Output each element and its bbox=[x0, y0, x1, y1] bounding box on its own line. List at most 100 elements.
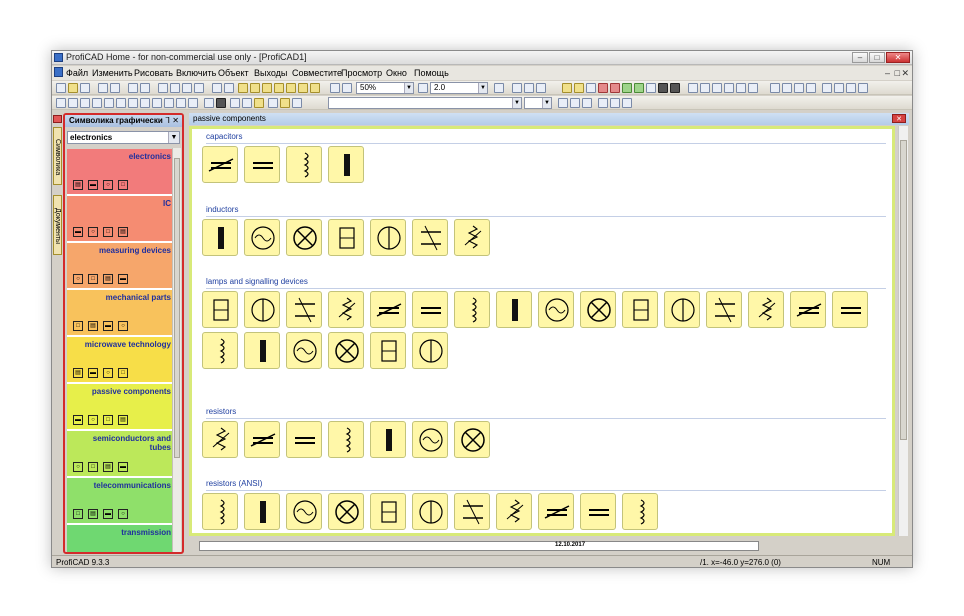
font-select[interactable]: ▼ bbox=[328, 97, 522, 109]
tab-documents[interactable]: Документы bbox=[53, 195, 62, 255]
symbol-tile[interactable] bbox=[286, 493, 322, 530]
symbol-tile[interactable] bbox=[622, 493, 658, 530]
text-icon[interactable] bbox=[204, 98, 214, 108]
symbol-tile[interactable] bbox=[202, 146, 238, 183]
symbol-tile[interactable] bbox=[748, 291, 784, 328]
zoom-select[interactable]: 50% ▼ bbox=[356, 82, 414, 94]
category-mechanical-parts[interactable]: mechanical parts □ ▤ ▬ ○ bbox=[67, 290, 174, 337]
category-electronics[interactable]: electronics ▤ ▬ ○ □ bbox=[67, 149, 174, 196]
symbol-preview-icon[interactable]: □ bbox=[73, 509, 83, 519]
symbol-preview-icon[interactable]: ▬ bbox=[73, 227, 83, 237]
symbol-tile[interactable] bbox=[538, 493, 574, 530]
align-left-icon[interactable] bbox=[238, 83, 248, 93]
symbol-tile[interactable] bbox=[706, 291, 742, 328]
align-bottom-icon[interactable] bbox=[274, 83, 284, 93]
category-telecommunications[interactable]: telecommunications □ ▤ ▬ ○ bbox=[67, 478, 174, 525]
symbol-tile[interactable] bbox=[580, 291, 616, 328]
symbol-preview-icon[interactable]: ▤ bbox=[118, 227, 128, 237]
align-center-icon[interactable] bbox=[286, 83, 296, 93]
rectangle-icon[interactable] bbox=[104, 98, 114, 108]
maximize-button[interactable]: □ bbox=[869, 52, 885, 63]
pin-icon[interactable]: ⅂ bbox=[166, 115, 170, 127]
bus-icon[interactable] bbox=[268, 98, 278, 108]
hourglass-icon[interactable] bbox=[152, 98, 162, 108]
mdi-close-icon[interactable]: ✕ bbox=[901, 68, 909, 79]
underline-icon[interactable] bbox=[582, 98, 592, 108]
zoom-icon[interactable] bbox=[342, 83, 352, 93]
hand-icon[interactable] bbox=[292, 98, 302, 108]
font-size-select[interactable]: ▼ bbox=[524, 97, 552, 109]
symbol-tile[interactable] bbox=[286, 421, 322, 458]
symbol-tile[interactable] bbox=[370, 493, 406, 530]
close-icon[interactable]: ✕ bbox=[892, 114, 906, 123]
symbol-tile[interactable] bbox=[454, 219, 490, 256]
junction-icon[interactable] bbox=[242, 98, 252, 108]
symbol-preview-icon[interactable]: ▤ bbox=[73, 368, 83, 378]
text-center-icon[interactable] bbox=[610, 98, 620, 108]
binoculars-icon[interactable] bbox=[670, 83, 680, 93]
symbol-preview-icon[interactable]: ○ bbox=[103, 368, 113, 378]
label-icon[interactable] bbox=[254, 98, 264, 108]
symbol-tile[interactable] bbox=[202, 332, 238, 369]
align-right-icon[interactable] bbox=[250, 83, 260, 93]
symbol-tile[interactable] bbox=[244, 146, 280, 183]
menu-file[interactable]: Файл bbox=[66, 68, 88, 78]
symbol-preview-icon[interactable]: □ bbox=[73, 321, 83, 331]
symbol-tile[interactable] bbox=[580, 493, 616, 530]
symbol-tile[interactable] bbox=[412, 291, 448, 328]
order-front-icon[interactable] bbox=[770, 83, 780, 93]
symbol-tile[interactable] bbox=[412, 421, 448, 458]
undo-icon[interactable] bbox=[98, 83, 108, 93]
document-icon[interactable] bbox=[54, 67, 63, 77]
symbol-tile[interactable] bbox=[328, 146, 364, 183]
chevron-down-icon[interactable]: ▼ bbox=[168, 132, 179, 143]
circle-icon[interactable] bbox=[140, 98, 150, 108]
arc-icon[interactable] bbox=[80, 98, 90, 108]
align-objects-icon[interactable] bbox=[700, 83, 710, 93]
symbol-tile[interactable] bbox=[328, 493, 364, 530]
symbol-preview-icon[interactable]: ▬ bbox=[118, 462, 128, 472]
symbol-tile[interactable] bbox=[328, 332, 364, 369]
grid-icon[interactable] bbox=[524, 83, 534, 93]
new-icon[interactable] bbox=[56, 83, 66, 93]
fill-icon[interactable] bbox=[176, 98, 186, 108]
symbol-preview-icon[interactable]: ▤ bbox=[118, 415, 128, 425]
symbol-tile[interactable] bbox=[328, 421, 364, 458]
category-semiconductors-and-tubes[interactable]: semiconductors and tubes ○ □ ▤ ▬ bbox=[67, 431, 174, 478]
check-icon[interactable] bbox=[622, 83, 632, 93]
battery-icon[interactable] bbox=[634, 83, 644, 93]
category-transmission[interactable]: transmission▤▬○□ bbox=[67, 525, 174, 552]
export-icon[interactable] bbox=[224, 83, 234, 93]
cut-icon[interactable] bbox=[158, 83, 168, 93]
symbol-tile[interactable] bbox=[202, 291, 238, 328]
align-top-icon[interactable] bbox=[262, 83, 272, 93]
symbol-tile[interactable] bbox=[790, 291, 826, 328]
symbol-preview-icon[interactable]: ○ bbox=[73, 462, 83, 472]
menu-window[interactable]: Окно bbox=[386, 68, 407, 78]
net-icon[interactable] bbox=[586, 83, 596, 93]
symbol-tile[interactable] bbox=[328, 291, 364, 328]
lines-icon[interactable] bbox=[188, 98, 198, 108]
symbol-tile[interactable] bbox=[454, 493, 490, 530]
symbol-preview-icon[interactable]: ○ bbox=[118, 321, 128, 331]
tools-icon[interactable] bbox=[536, 83, 546, 93]
symbol-preview-icon[interactable]: ▬ bbox=[88, 180, 98, 190]
book-icon[interactable] bbox=[658, 83, 668, 93]
menu-outputs[interactable]: Выходы bbox=[254, 68, 287, 78]
symbol-preview-icon[interactable]: ▤ bbox=[103, 274, 113, 284]
menu-help[interactable]: Помощь bbox=[414, 68, 449, 78]
ellipse-icon[interactable] bbox=[128, 98, 138, 108]
close-icon[interactable]: ✕ bbox=[172, 115, 179, 127]
mdi-restore-icon[interactable]: □ bbox=[895, 68, 900, 78]
symbol-preview-icon[interactable]: ○ bbox=[73, 274, 83, 284]
mirror-v-icon[interactable] bbox=[834, 83, 844, 93]
drawing-frame[interactable]: 12.10.2017 bbox=[199, 541, 759, 551]
menu-insert[interactable]: Включить bbox=[176, 68, 216, 78]
grid-select[interactable]: 2.0 ▼ bbox=[430, 82, 488, 94]
symbol-tile[interactable] bbox=[622, 291, 658, 328]
category-microwave-technology[interactable]: microwave technology ▤ ▬ ○ □ bbox=[67, 337, 174, 384]
category-measuring-devices[interactable]: measuring devices ○ □ ▤ ▬ bbox=[67, 243, 174, 290]
symbol-tile[interactable] bbox=[496, 493, 532, 530]
rounded-rect-icon[interactable] bbox=[116, 98, 126, 108]
symbol-preview-icon[interactable]: ▤ bbox=[103, 462, 113, 472]
